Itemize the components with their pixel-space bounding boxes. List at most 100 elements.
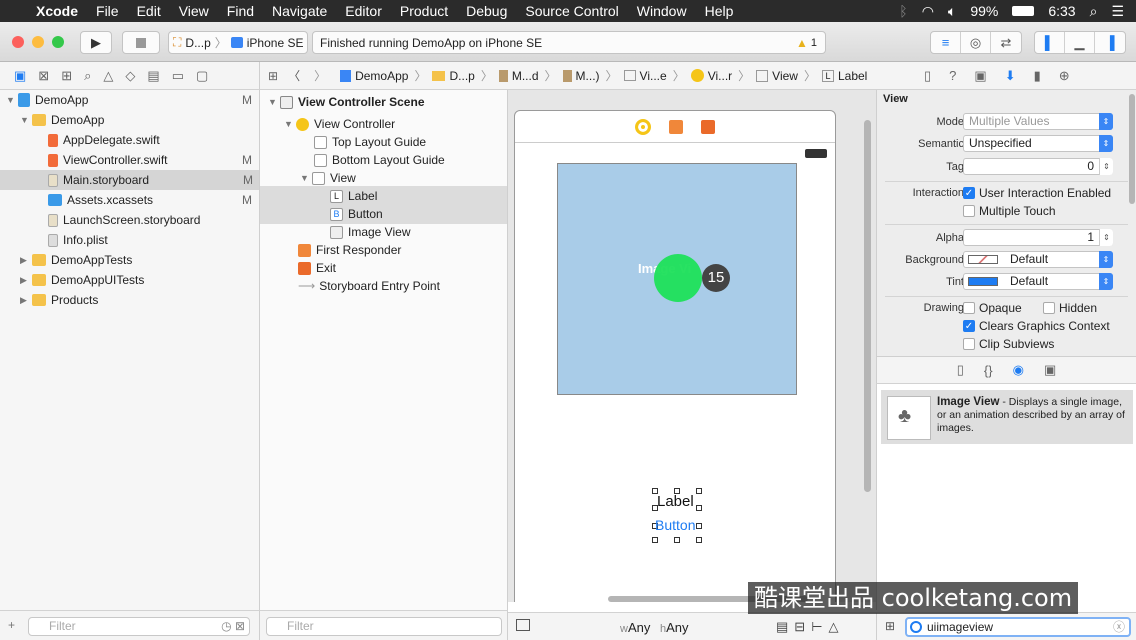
- resize-handle[interactable]: [696, 505, 702, 511]
- outline-item[interactable]: Image View: [330, 222, 410, 242]
- nav-item-group[interactable]: ▶ DemoAppTests: [20, 250, 258, 270]
- clears-graphics-checkbox[interactable]: ✓: [963, 320, 975, 332]
- menu-source-control[interactable]: Source Control: [516, 3, 627, 19]
- assistant-editor-icon[interactable]: ◎: [961, 32, 991, 53]
- menu-editor[interactable]: Editor: [336, 3, 391, 19]
- bluetooth-icon[interactable]: ᛒ: [899, 3, 907, 19]
- hidden-checkbox[interactable]: [1043, 302, 1055, 314]
- add-icon[interactable]: +: [8, 618, 15, 632]
- view-controller-scene[interactable]: Image Vi 15 Label Button: [514, 110, 836, 602]
- nav-item-file[interactable]: LaunchScreen.storyboard: [48, 210, 258, 230]
- outline-filter-input[interactable]: Filter: [266, 617, 502, 636]
- menu-navigate[interactable]: Navigate: [263, 3, 336, 19]
- jump-crumb[interactable]: Vi...r: [690, 69, 732, 83]
- file-inspector-icon[interactable]: ▯: [924, 68, 931, 84]
- jump-crumb[interactable]: M...d: [498, 69, 539, 83]
- navigator-filter-input[interactable]: Filter ◷ ⊠: [28, 617, 250, 636]
- nav-item-group[interactable]: ▶ DemoAppUITests: [20, 270, 258, 290]
- outline-item[interactable]: ▼ View: [300, 168, 356, 188]
- issue-navigator-icon[interactable]: △: [103, 68, 113, 84]
- menu-help[interactable]: Help: [696, 3, 743, 19]
- jump-crumb[interactable]: L Label: [821, 69, 867, 83]
- battery-percent[interactable]: 99%: [970, 3, 998, 19]
- symbol-navigator-icon[interactable]: ⊞: [61, 68, 72, 84]
- nav-item-group[interactable]: ▶ Products: [20, 290, 258, 310]
- opaque-checkbox[interactable]: [963, 302, 975, 314]
- menu-window[interactable]: Window: [628, 3, 696, 19]
- disclosure-open-icon[interactable]: ▼: [6, 95, 18, 105]
- storyboard-canvas[interactable]: Image Vi 15 Label Button: [508, 90, 876, 602]
- clip-subviews-checkbox[interactable]: [963, 338, 975, 350]
- nav-item-file[interactable]: ViewController.swift M: [48, 150, 258, 170]
- version-editor-icon[interactable]: ⇄: [991, 32, 1021, 53]
- document-outline-toggle-icon[interactable]: [516, 619, 530, 631]
- multiple-touch-checkbox[interactable]: [963, 205, 975, 217]
- menu-product[interactable]: Product: [391, 3, 457, 19]
- tint-popup[interactable]: Default ⇕: [963, 273, 1113, 290]
- debug-navigator-icon[interactable]: ▤: [147, 68, 159, 84]
- grid-view-icon[interactable]: ⊞: [885, 619, 895, 633]
- standard-editor-icon[interactable]: ≡: [931, 32, 961, 53]
- canvas-label[interactable]: Label: [657, 493, 694, 510]
- forward-icon[interactable]: 〉: [314, 67, 326, 84]
- disclosure-open-icon[interactable]: ▼: [20, 115, 32, 125]
- volume-icon[interactable]: 🔈︎: [948, 3, 956, 20]
- stepper-icon[interactable]: ⇕: [1099, 229, 1113, 246]
- background-popup[interactable]: Default ⇕: [963, 251, 1113, 268]
- resize-handle[interactable]: [652, 537, 658, 543]
- find-navigator-icon[interactable]: ⌕: [84, 68, 91, 84]
- alpha-field[interactable]: 1 ⇕: [963, 229, 1113, 246]
- size-inspector-icon[interactable]: ▮: [1034, 68, 1041, 84]
- breakpoint-navigator-icon[interactable]: ▭: [172, 68, 184, 84]
- nav-item-file[interactable]: AppDelegate.swift: [48, 130, 258, 150]
- stack-icon[interactable]: ▤: [776, 619, 794, 634]
- outline-item-selected[interactable]: L Label: [260, 186, 507, 206]
- zoom-window-button[interactable]: [52, 36, 64, 48]
- disclosure-open-icon[interactable]: ▼: [284, 119, 296, 129]
- test-navigator-icon[interactable]: ◇: [125, 68, 135, 84]
- stop-button[interactable]: [122, 31, 160, 54]
- mode-popup[interactable]: Multiple Values ⇕: [963, 113, 1113, 130]
- run-button[interactable]: ▶: [80, 31, 112, 54]
- user-interaction-checkbox[interactable]: ✓: [963, 187, 975, 199]
- clear-search-icon[interactable]: ⓧ: [1113, 619, 1125, 635]
- disclosure-closed-icon[interactable]: ▶: [20, 255, 32, 266]
- wifi-icon[interactable]: ◠: [922, 3, 934, 20]
- outline-item[interactable]: First Responder: [298, 240, 401, 260]
- view-controller-icon[interactable]: [635, 118, 651, 135]
- semantic-popup[interactable]: Unspecified ⇕: [963, 135, 1113, 152]
- jump-crumb[interactable]: DemoApp: [340, 69, 408, 83]
- clock[interactable]: 6:33: [1048, 3, 1075, 19]
- exit-icon[interactable]: [701, 119, 715, 134]
- jump-crumb[interactable]: Vi...e: [623, 69, 667, 83]
- disclosure-closed-icon[interactable]: ▶: [20, 275, 32, 286]
- related-items-icon[interactable]: ⊞: [268, 69, 278, 83]
- library-search-input[interactable]: uiimageview ⓧ: [905, 617, 1131, 637]
- project-navigator-icon[interactable]: ▣: [14, 68, 26, 84]
- vertical-scrollbar[interactable]: [864, 120, 871, 492]
- resize-handle[interactable]: [696, 537, 702, 543]
- outline-item[interactable]: ⟶ Storyboard Entry Point: [298, 276, 440, 296]
- menu-app-name[interactable]: Xcode: [27, 3, 87, 19]
- menu-file[interactable]: File: [87, 3, 128, 19]
- disclosure-open-icon[interactable]: ▼: [300, 173, 312, 183]
- inspector-scrollbar[interactable]: [1129, 94, 1135, 204]
- menu-edit[interactable]: Edit: [128, 3, 170, 19]
- source-control-navigator-icon[interactable]: ⊠: [38, 68, 49, 84]
- close-window-button[interactable]: [12, 36, 24, 48]
- spotlight-icon[interactable]: ⌕: [1090, 3, 1098, 20]
- jump-crumb[interactable]: M...): [562, 69, 600, 83]
- code-snippet-library-icon[interactable]: {}: [984, 363, 993, 378]
- pin-icon[interactable]: ⊢: [811, 619, 828, 634]
- identity-inspector-icon[interactable]: ▣: [974, 68, 986, 84]
- canvas-button[interactable]: Button: [655, 517, 695, 533]
- resize-handle[interactable]: [674, 537, 680, 543]
- file-template-library-icon[interactable]: ▯: [957, 362, 964, 378]
- disclosure-closed-icon[interactable]: ▶: [20, 295, 32, 306]
- jump-crumb[interactable]: D...p: [432, 69, 475, 83]
- menu-debug[interactable]: Debug: [457, 3, 516, 19]
- align-icon[interactable]: ⊟: [794, 619, 811, 634]
- library-item-selected[interactable]: ♣ Image View - Displays a single image, …: [881, 390, 1133, 444]
- outline-scene[interactable]: ▼ View Controller Scene: [268, 92, 425, 112]
- nav-item-project[interactable]: ▼ DemoApp M: [6, 90, 258, 110]
